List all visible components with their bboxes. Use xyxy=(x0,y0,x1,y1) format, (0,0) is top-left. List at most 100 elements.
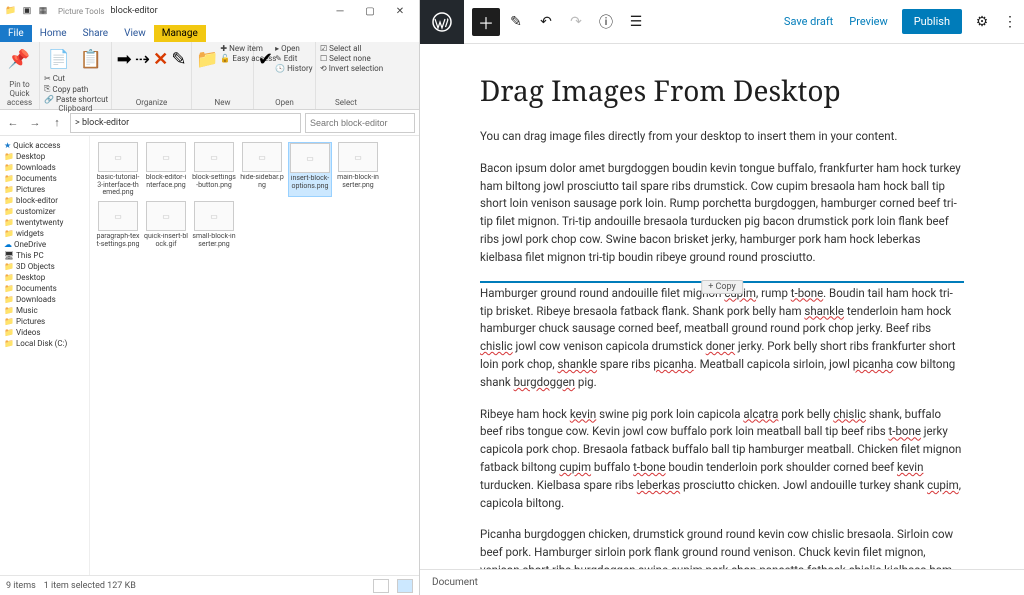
tree-item[interactable]: OneDrive xyxy=(2,239,87,250)
select-all-button[interactable]: ☑ Select all xyxy=(320,44,372,53)
cut-button[interactable]: ✂ Cut xyxy=(44,74,107,83)
pin-icon[interactable]: 📌 xyxy=(4,44,34,74)
file-thumbnail[interactable]: ▭quick-insert-block.gif xyxy=(144,201,188,248)
undo-button[interactable]: ↶ xyxy=(532,8,560,36)
paragraph-block[interactable]: Ribeye ham hock kevin swine pig pork loi… xyxy=(480,406,964,513)
nav-tree[interactable]: Quick accessDesktopDownloadsDocumentsPic… xyxy=(0,136,90,575)
minimize-button[interactable]: ─ xyxy=(325,1,355,21)
tree-item[interactable]: Downloads xyxy=(2,162,87,173)
preview-button[interactable]: Preview xyxy=(841,15,895,28)
redo-button[interactable]: ↷ xyxy=(562,8,590,36)
titlebar: 📁 ▣ ▦ Picture Tools block-editor ─ ▢ ✕ xyxy=(0,0,419,22)
tree-item[interactable]: Local Disk (C:) xyxy=(2,338,87,349)
file-thumbnail[interactable]: ▭ insert-block-options.png xyxy=(288,142,332,197)
details-view-button[interactable] xyxy=(373,579,389,593)
file-thumbnail[interactable]: ▭basic-tutorial-3-interface-themed.png xyxy=(96,142,140,197)
new-group-label: New xyxy=(196,98,249,107)
breadcrumb[interactable]: > block-editor xyxy=(70,113,301,133)
new-folder-big-icon[interactable]: 📁 xyxy=(196,44,218,74)
back-button[interactable]: ← xyxy=(4,114,22,132)
paragraph-block[interactable]: Bacon ipsum dolor amet burgdoggen boudin… xyxy=(480,160,964,267)
paragraph-block[interactable]: Hamburger ground round andouille filet m… xyxy=(480,285,964,392)
file-pane[interactable]: ▭basic-tutorial-3-interface-themed.png▭b… xyxy=(90,136,419,575)
wp-toolbar: ＋ ✎ ↶ ↷ ⓘ ☰ Save draft Preview Publish ⚙… xyxy=(420,0,1024,44)
open-button[interactable]: ▸ Open xyxy=(275,44,312,53)
tree-item[interactable]: Desktop xyxy=(2,272,87,283)
wordpress-logo-icon[interactable] xyxy=(420,0,464,44)
close-button[interactable]: ✕ xyxy=(385,1,415,21)
tree-item[interactable]: Music xyxy=(2,305,87,316)
tree-item[interactable]: This PC xyxy=(2,250,87,261)
footer-breadcrumb[interactable]: Document xyxy=(432,577,478,588)
tree-item[interactable]: Desktop xyxy=(2,151,87,162)
outline-icon[interactable]: ☰ xyxy=(622,8,650,36)
tab-manage[interactable]: Manage xyxy=(154,25,206,42)
tree-item[interactable]: Pictures xyxy=(2,316,87,327)
image-icon: ▭ xyxy=(290,143,330,173)
save-draft-button[interactable]: Save draft xyxy=(776,15,841,28)
search-input[interactable] xyxy=(305,113,415,133)
copy-path-button[interactable]: ⎘ Copy path xyxy=(44,84,107,94)
file-thumbnail[interactable]: ▭small-block-inserter.png xyxy=(192,201,236,248)
publish-button[interactable]: Publish xyxy=(902,9,962,34)
file-name: small-block-inserter.png xyxy=(192,233,236,248)
drop-indicator: + Copy xyxy=(480,281,964,283)
properties-icon[interactable]: ▣ xyxy=(20,4,34,18)
paste-icon[interactable]: 📋 xyxy=(76,44,106,74)
properties-big-icon[interactable]: ✔ xyxy=(258,44,273,74)
add-block-button[interactable]: ＋ xyxy=(472,8,500,36)
edit-mode-icon[interactable]: ✎ xyxy=(502,8,530,36)
drop-hint-badge: + Copy xyxy=(701,280,743,294)
tree-item[interactable]: Documents xyxy=(2,283,87,294)
file-thumbnail[interactable]: ▭main-block-inserter.png xyxy=(336,142,380,197)
open-group-label: Open xyxy=(258,98,311,107)
invert-selection-button[interactable]: ⟲ Invert selection xyxy=(320,64,372,73)
image-icon: ▭ xyxy=(98,201,138,231)
tree-item[interactable]: Documents xyxy=(2,173,87,184)
new-folder-icon[interactable]: ▦ xyxy=(36,4,50,18)
move-to-icon[interactable]: ➡ xyxy=(116,44,132,74)
tree-item[interactable]: block-editor xyxy=(2,195,87,206)
paste-shortcut-button[interactable]: 🔗 Paste shortcut xyxy=(44,95,107,104)
paragraph-block[interactable]: You can drag image files directly from y… xyxy=(480,128,964,146)
tree-item[interactable]: customizer xyxy=(2,206,87,217)
forward-button[interactable]: → xyxy=(26,114,44,132)
ribbon-tabs: File Home Share View Manage xyxy=(0,22,419,42)
tree-item[interactable]: twentytwenty xyxy=(2,217,87,228)
rename-icon[interactable]: ✎ xyxy=(171,44,187,74)
file-thumbnail[interactable]: ▭block-editor-interface.png xyxy=(144,142,188,197)
file-name: insert-block-options.png xyxy=(289,175,331,190)
select-none-button[interactable]: ☐ Select none xyxy=(320,54,372,63)
tab-view[interactable]: View xyxy=(116,25,154,42)
tree-item[interactable]: 3D Objects xyxy=(2,261,87,272)
file-thumbnail[interactable]: ▭block-settings-button.png xyxy=(192,142,236,197)
file-name: quick-insert-block.gif xyxy=(144,233,188,248)
more-menu-icon[interactable]: ⋮ xyxy=(996,8,1024,36)
status-selected: 1 item selected 127 KB xyxy=(44,581,136,591)
tree-item[interactable]: Videos xyxy=(2,327,87,338)
maximize-button[interactable]: ▢ xyxy=(355,1,385,21)
tab-file[interactable]: File xyxy=(0,25,32,42)
tab-share[interactable]: Share xyxy=(75,25,116,42)
up-button[interactable]: ↑ xyxy=(48,114,66,132)
wordpress-editor: ＋ ✎ ↶ ↷ ⓘ ☰ Save draft Preview Publish ⚙… xyxy=(420,0,1024,595)
file-thumbnail[interactable]: ▭paragraph-text-settings.png xyxy=(96,201,140,248)
history-button[interactable]: 🕓 History xyxy=(275,64,312,73)
info-icon[interactable]: ⓘ xyxy=(592,8,620,36)
copy-icon[interactable]: 📄 xyxy=(44,44,74,74)
tree-item[interactable]: Downloads xyxy=(2,294,87,305)
delete-icon[interactable]: ✕ xyxy=(153,44,169,74)
tree-item[interactable]: Pictures xyxy=(2,184,87,195)
edit-button[interactable]: ✎ Edit xyxy=(275,54,312,63)
thumb-view-button[interactable] xyxy=(397,579,413,593)
copy-to-icon[interactable]: ⇢ xyxy=(134,44,150,74)
tree-item[interactable]: Quick access xyxy=(2,140,87,151)
post-title[interactable]: Drag Images From Desktop xyxy=(480,72,964,110)
settings-gear-icon[interactable]: ⚙ xyxy=(968,8,996,36)
tree-item[interactable]: widgets xyxy=(2,228,87,239)
image-icon: ▭ xyxy=(98,142,138,172)
paragraph-block[interactable]: Picanha burgdoggen chicken, drumstick gr… xyxy=(480,526,964,569)
editor-canvas[interactable]: Drag Images From Desktop You can drag im… xyxy=(420,44,1024,569)
tab-home[interactable]: Home xyxy=(32,25,75,42)
file-thumbnail[interactable]: ▭hide-sidebar.png xyxy=(240,142,284,197)
